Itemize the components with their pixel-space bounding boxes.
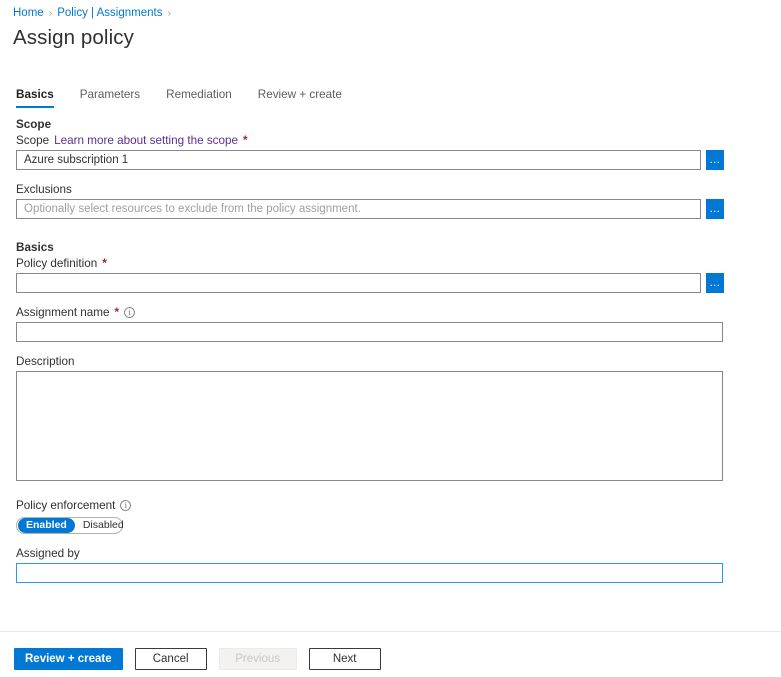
chevron-right-icon: › <box>167 7 171 19</box>
description-label-text: Description <box>16 355 74 368</box>
page-title: Assign policy <box>13 26 134 50</box>
description-textarea[interactable] <box>16 371 723 481</box>
assigned-by-label-text: Assigned by <box>16 547 80 560</box>
toggle-option-disabled[interactable]: Disabled <box>75 518 132 533</box>
learn-more-scope-link[interactable]: Learn more about setting the scope <box>54 134 238 147</box>
tab-remediation[interactable]: Remediation <box>166 88 245 108</box>
previous-button: Previous <box>219 648 297 670</box>
policy-definition-field-row: … <box>16 273 766 293</box>
required-asterisk: * <box>243 134 248 147</box>
assigned-by-field-label: Assigned by <box>16 547 766 560</box>
scope-field-row: … <box>16 150 766 170</box>
policy-definition-label-text: Policy definition <box>16 257 97 270</box>
assigned-by-input[interactable] <box>16 563 723 583</box>
assignment-name-input[interactable] <box>16 322 723 342</box>
tab-basics[interactable]: Basics <box>16 88 67 108</box>
tab-bar: Basics Parameters Remediation Review + c… <box>16 88 368 108</box>
policy-definition-picker-button[interactable]: … <box>706 273 724 293</box>
exclusions-input[interactable] <box>16 199 701 219</box>
exclusions-field-label: Exclusions <box>16 183 766 196</box>
policy-definition-field-label: Policy definition * <box>16 257 766 270</box>
required-asterisk: * <box>115 306 120 319</box>
info-icon[interactable]: i <box>120 500 131 511</box>
exclusions-label-text: Exclusions <box>16 183 72 196</box>
policy-definition-input[interactable] <box>16 273 701 293</box>
info-icon[interactable]: i <box>124 307 135 318</box>
scope-section-heading: Scope <box>16 118 766 131</box>
breadcrumb-item-home[interactable]: Home <box>13 7 44 19</box>
exclusions-picker-button[interactable]: … <box>706 199 724 219</box>
assign-policy-page: Home › Policy | Assignments › Assign pol… <box>0 0 781 677</box>
exclusions-field-row: … <box>16 199 766 219</box>
breadcrumb: Home › Policy | Assignments › <box>13 7 171 19</box>
assignment-name-field-label: Assignment name * i <box>16 306 766 319</box>
tab-review-create[interactable]: Review + create <box>258 88 355 108</box>
policy-enforcement-toggle[interactable]: Enabled Disabled <box>16 517 123 534</box>
ellipsis-icon: … <box>709 280 721 286</box>
footer-divider <box>0 631 781 632</box>
toggle-option-enabled[interactable]: Enabled <box>18 518 75 533</box>
assign-policy-form: Scope Scope Learn more about setting the… <box>16 118 766 583</box>
next-button[interactable]: Next <box>309 648 381 670</box>
assignment-name-label-text: Assignment name <box>16 306 110 319</box>
basics-section-heading: Basics <box>16 241 766 254</box>
wizard-footer: Review + create Cancel Previous Next <box>14 648 381 670</box>
ellipsis-icon: … <box>709 157 721 163</box>
cancel-button[interactable]: Cancel <box>135 648 207 670</box>
breadcrumb-item-policy-assignments[interactable]: Policy | Assignments <box>57 7 162 19</box>
description-field-label: Description <box>16 355 766 368</box>
required-asterisk: * <box>102 257 107 270</box>
policy-enforcement-field-label: Policy enforcement i <box>16 499 766 512</box>
review-create-button[interactable]: Review + create <box>14 648 123 670</box>
tab-parameters[interactable]: Parameters <box>80 88 153 108</box>
scope-label-text: Scope <box>16 134 49 147</box>
scope-field-label: Scope Learn more about setting the scope… <box>16 134 766 147</box>
scope-input[interactable] <box>16 150 701 170</box>
ellipsis-icon: … <box>709 206 721 212</box>
chevron-right-icon: › <box>49 7 53 19</box>
scope-picker-button[interactable]: … <box>706 150 724 170</box>
policy-enforcement-label-text: Policy enforcement <box>16 499 115 512</box>
